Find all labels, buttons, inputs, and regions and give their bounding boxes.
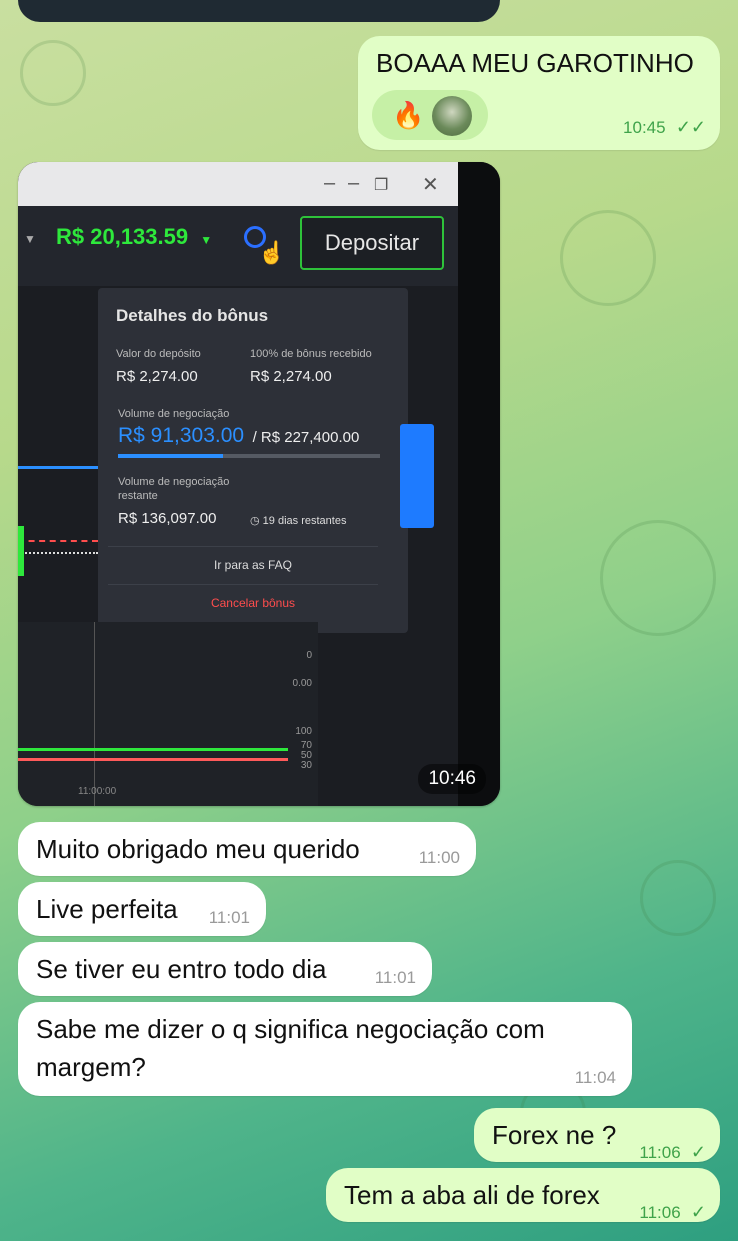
account-balance: R$ 20,133.59 ▼	[56, 224, 212, 250]
incoming-message[interactable]: Live perfeita 11:01	[18, 882, 266, 936]
volume-row: R$ 91,303.00 / R$ 227,400.00	[118, 424, 359, 448]
monitor-bezel	[458, 162, 500, 806]
incoming-message[interactable]: Muito obrigado meu querido 11:00	[18, 822, 476, 876]
background-doodle	[640, 860, 716, 936]
bonus-title: Detalhes do bônus	[116, 306, 269, 325]
days-left: ◷ 19 dias restantes	[250, 514, 346, 527]
message-text-line2: margem?	[36, 1052, 146, 1082]
deposit-value: R$ 2,274.00	[116, 368, 198, 385]
cancel-bonus-link: Cancelar bônus	[210, 596, 296, 610]
previous-message-fragment	[18, 0, 500, 22]
deposit-value-label: Valor do depósito	[116, 348, 201, 360]
background-doodle	[20, 40, 86, 106]
bonus-received-label: 100% de bônus recebido	[250, 348, 372, 360]
message-time: 11:01	[208, 908, 250, 927]
message-time: 10:45	[623, 118, 666, 137]
bonus-details-panel: Detalhes do bônus Valor do depósito R$ 2…	[98, 288, 408, 633]
axis-label: 0	[306, 650, 312, 661]
close-icon: ✕	[422, 174, 439, 196]
check-icon: ✓	[690, 1142, 706, 1162]
volume-label: Volume de negociação	[118, 408, 230, 420]
check-icon: ✓	[690, 1202, 706, 1222]
message-meta: 11:06 ✓	[639, 1194, 706, 1225]
restore-icon: ❐	[374, 177, 389, 194]
message-time: 11:06	[639, 1203, 681, 1222]
message-time: 11:00	[418, 848, 460, 867]
message-text: Muito obrigado meu querido	[36, 834, 360, 864]
avatar	[432, 96, 472, 136]
axis-label: 30	[300, 760, 312, 771]
indicator-chart: 0 0.00 100 70 50 30 11:00:00	[18, 622, 318, 806]
panel-divider	[108, 584, 378, 585]
separator-icon: –	[348, 172, 360, 194]
volume-progress-fill	[118, 454, 223, 458]
panel-divider	[108, 546, 378, 547]
message-text: Live perfeita	[36, 894, 178, 924]
indicator-green-line	[18, 748, 288, 751]
window-titlebar: – – ❐ ✕	[18, 162, 458, 206]
axis-label: 100	[295, 726, 312, 737]
message-text: Tem a aba ali de forex	[344, 1180, 600, 1210]
minimize-icon: –	[324, 172, 336, 194]
message-time: 11:04	[574, 1068, 616, 1087]
incoming-message[interactable]: Sabe me dizer o q significa negociação c…	[18, 1002, 632, 1096]
blue-side-button	[400, 424, 434, 528]
message-time: 11:01	[374, 968, 416, 987]
days-left-text: 19 dias restantes	[262, 515, 347, 527]
message-meta: 11:06 ✓	[639, 1134, 706, 1165]
chevron-down-icon: ▼	[24, 232, 36, 246]
message-text-line1: Sabe me dizer o q significa negociação c…	[36, 1014, 545, 1044]
photo-time: 10:46	[418, 764, 486, 794]
chart-white-dotted-line	[18, 552, 98, 554]
outgoing-message[interactable]: Forex ne ? 11:06 ✓	[474, 1108, 720, 1162]
double-check-icon: ✓✓	[675, 117, 706, 137]
volume-total: / R$ 227,400.00	[252, 429, 360, 446]
chart-red-dashed-line	[18, 540, 98, 542]
message-text: Se tiver eu entro todo dia	[36, 954, 327, 984]
deposit-button: Depositar	[300, 216, 444, 270]
background-doodle	[600, 520, 716, 636]
chart-blue-line	[18, 466, 98, 469]
faq-link: Ir para as FAQ	[213, 558, 293, 572]
fire-emoji-icon: 🔥	[392, 100, 425, 130]
time-axis-label: 11:00:00	[78, 786, 117, 797]
cursor-hand-icon: ☝	[258, 240, 286, 265]
volume-progress-track	[118, 454, 380, 458]
reaction-pill[interactable]: 🔥	[372, 90, 488, 140]
volume-done: R$ 91,303.00	[118, 424, 245, 447]
background-doodle	[560, 210, 656, 306]
chart-grid-line	[94, 622, 95, 806]
clock-icon: ◷	[250, 515, 260, 527]
screen-photo: – – ❐ ✕ ▼ R$ 20,133.59 ▼ ☝ Depositar Det…	[18, 162, 500, 806]
outgoing-message[interactable]: BOAAA MEU GAROTINHO 🔥 10:45 ✓✓	[358, 36, 720, 150]
message-text: Forex ne ?	[492, 1120, 617, 1150]
remaining-label-line2: restante	[118, 490, 158, 502]
outgoing-message[interactable]: Tem a aba ali de forex 11:06 ✓	[326, 1168, 720, 1222]
incoming-message[interactable]: Se tiver eu entro todo dia 11:01	[18, 942, 432, 996]
remaining-value: R$ 136,097.00	[118, 510, 217, 527]
chart-green-candle	[18, 526, 24, 576]
message-text: BOAAA MEU GAROTINHO	[376, 48, 694, 78]
axis-label: 0.00	[292, 678, 312, 689]
chevron-down-icon: ▼	[200, 233, 213, 247]
photo-message[interactable]: – – ❐ ✕ ▼ R$ 20,133.59 ▼ ☝ Depositar Det…	[18, 162, 500, 806]
remaining-label-line1: Volume de negociação	[118, 476, 230, 488]
balance-value: R$ 20,133.59	[56, 224, 189, 249]
message-meta: 10:45 ✓✓	[623, 109, 706, 140]
message-time: 11:06	[639, 1143, 681, 1162]
indicator-red-line	[18, 758, 288, 761]
bonus-received-value: R$ 2,274.00	[250, 368, 332, 385]
